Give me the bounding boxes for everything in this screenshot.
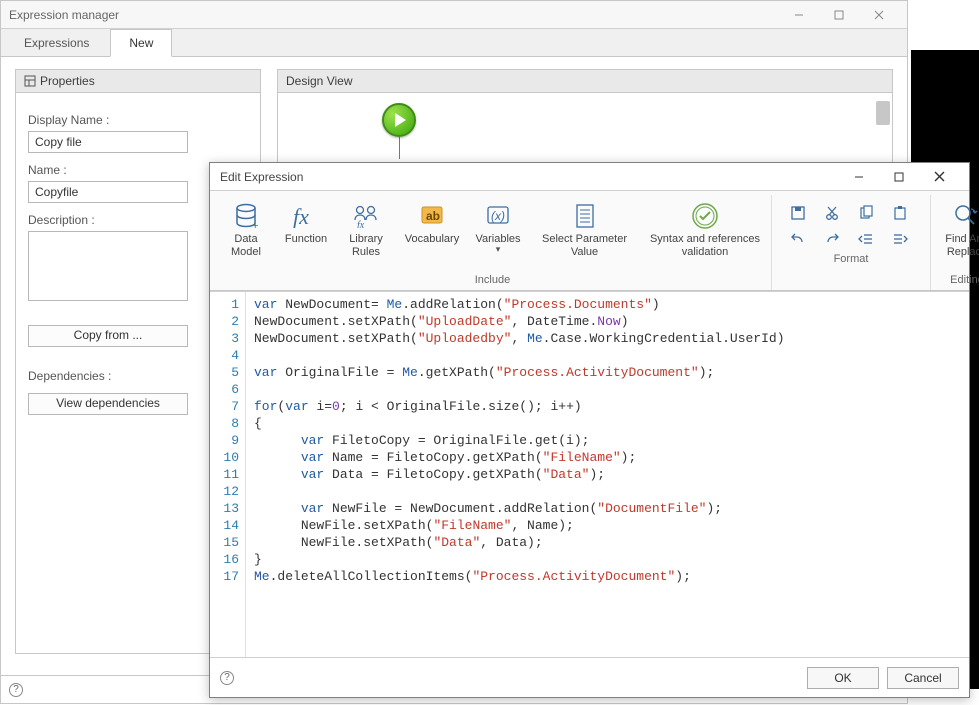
select-parameter-label: Select Parameter Value <box>532 233 637 259</box>
select-parameter-button[interactable]: Select Parameter Value <box>532 197 637 263</box>
dialog-title: Edit Expression <box>220 170 839 184</box>
view-dependencies-button[interactable]: View dependencies <box>28 393 188 415</box>
save-icon[interactable] <box>788 203 808 223</box>
undo-icon[interactable] <box>788 229 808 249</box>
code-area[interactable]: var NewDocument= Me.addRelation("Process… <box>246 292 969 657</box>
tab-strip: Expressions New <box>1 29 907 57</box>
editing-group-label: Editing <box>950 274 979 288</box>
cancel-button[interactable]: Cancel <box>887 667 959 689</box>
data-model-label: Data Model <box>220 233 272 259</box>
titlebar: Expression manager <box>1 1 907 29</box>
properties-icon <box>24 75 36 87</box>
variables-icon: (x) <box>485 201 511 231</box>
dialog-maximize-button[interactable] <box>879 163 919 191</box>
connector-line <box>399 137 400 159</box>
ok-button[interactable]: OK <box>807 667 879 689</box>
ribbon: + Data Model fx Function fx Library Rule… <box>210 191 969 291</box>
dialog-minimize-button[interactable] <box>839 163 879 191</box>
svg-text:fx: fx <box>293 204 309 228</box>
format-group-label: Format <box>834 253 869 267</box>
cut-icon[interactable] <box>822 203 842 223</box>
dialog-titlebar: Edit Expression <box>210 163 969 191</box>
dialog-close-button[interactable] <box>919 163 959 191</box>
syntax-validation-label: Syntax and references validation <box>645 233 765 259</box>
name-input[interactable] <box>28 181 188 203</box>
paste-icon[interactable] <box>890 203 910 223</box>
ribbon-group-editing: Find And Replace Editing <box>931 195 979 290</box>
chevron-down-icon: ▾ <box>496 246 501 252</box>
vocabulary-icon: ab <box>419 201 445 231</box>
indent-icon[interactable] <box>890 229 910 249</box>
check-icon <box>691 201 719 231</box>
svg-text:fx: fx <box>357 220 365 228</box>
vocabulary-label: Vocabulary <box>405 233 459 246</box>
dialog-footer: ? OK Cancel <box>210 657 969 697</box>
function-button[interactable]: fx Function <box>280 197 332 250</box>
outdent-icon[interactable] <box>856 229 876 249</box>
properties-label: Properties <box>40 74 95 88</box>
ribbon-group-include: + Data Model fx Function fx Library Rule… <box>214 195 772 290</box>
ribbon-group-format: Format <box>772 195 931 290</box>
find-replace-icon <box>953 201 979 231</box>
line-number-gutter: 1234567891011121314151617 <box>210 292 246 657</box>
display-name-input[interactable] <box>28 131 188 153</box>
tab-new[interactable]: New <box>110 29 172 57</box>
svg-text:+: + <box>252 220 258 229</box>
syntax-validation-button[interactable]: Syntax and references validation <box>645 197 765 263</box>
close-button[interactable] <box>859 1 899 29</box>
minimize-button[interactable] <box>779 1 819 29</box>
description-input[interactable] <box>28 231 188 301</box>
find-replace-button[interactable]: Find And Replace <box>937 197 979 263</box>
copy-from-button[interactable]: Copy from ... <box>28 325 188 347</box>
scrollbar-thumb[interactable] <box>876 101 890 125</box>
tab-expressions[interactable]: Expressions <box>5 29 108 56</box>
library-icon: fx <box>353 201 379 231</box>
data-model-button[interactable]: + Data Model <box>220 197 272 263</box>
code-editor[interactable]: 1234567891011121314151617 var NewDocumen… <box>210 291 969 657</box>
edit-expression-dialog: Edit Expression + Data Model <box>209 162 970 698</box>
include-group-label: Include <box>475 274 510 288</box>
help-icon[interactable]: ? <box>9 683 23 697</box>
window-title: Expression manager <box>9 8 779 22</box>
redo-icon[interactable] <box>822 229 842 249</box>
vocabulary-button[interactable]: ab Vocabulary <box>400 197 464 250</box>
parameter-icon <box>574 201 596 231</box>
svg-text:ab: ab <box>426 209 440 223</box>
library-rules-label: Library Rules <box>340 233 392 259</box>
variables-button[interactable]: (x) Variables ▾ <box>472 197 524 256</box>
dialog-help-icon[interactable]: ? <box>220 671 234 685</box>
find-replace-label: Find And Replace <box>937 233 979 259</box>
properties-header: Properties <box>16 70 260 93</box>
function-label: Function <box>285 233 327 246</box>
database-icon: + <box>234 201 258 231</box>
start-node-icon[interactable] <box>382 103 416 137</box>
svg-text:(x): (x) <box>491 209 505 223</box>
library-rules-button[interactable]: fx Library Rules <box>340 197 392 263</box>
display-name-label: Display Name : <box>28 113 248 127</box>
function-icon: fx <box>293 201 319 231</box>
copy-icon[interactable] <box>856 203 876 223</box>
maximize-button[interactable] <box>819 1 859 29</box>
design-view-header: Design View <box>278 70 892 93</box>
